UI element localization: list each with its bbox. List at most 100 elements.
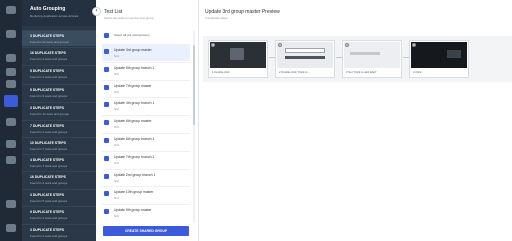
- test-list-item[interactable]: Update 4th group branch 1 N/A: [102, 97, 190, 114]
- test-list-scrollbar-thumb[interactable]: [193, 45, 195, 125]
- duplicate-group-title: 9 DUPLICATE STEPS: [30, 210, 65, 214]
- test-list-item[interactable]: Update 2nd group branch 1 N/A: [102, 169, 190, 186]
- step-card[interactable]: 3 3 Set "Click to add label": [342, 40, 402, 78]
- icon-rail: [0, 0, 22, 241]
- duplicate-group-subtitle: Found in 4 tests and groups: [30, 234, 68, 238]
- duplicate-group-subtitle: Found in 4 tests and groups: [30, 130, 68, 134]
- duplicate-group-title: 3 DUPLICATE STEPS: [30, 106, 65, 110]
- step-screenshot: [277, 42, 333, 68]
- test-list-item[interactable]: Update 7th group master N/A: [102, 80, 190, 97]
- test-list-item[interactable]: Update 5th group branch 1 N/A: [102, 62, 190, 79]
- auto-grouping-header: Auto Grouping Reducing duplication acros…: [22, 0, 96, 26]
- duplicate-group-subtitle: Found in 7 tests and groups: [30, 147, 68, 151]
- user-icon[interactable]: [6, 224, 16, 232]
- step-screenshot: [344, 42, 400, 68]
- duplicate-group-title: 5 DUPLICATE STEPS: [30, 69, 65, 73]
- duplicate-group-title: 10 DUPLICATE STEPS: [30, 141, 66, 145]
- duplicate-group-item[interactable]: 9 DUPLICATE STEPS Found in 4 tests and g…: [22, 206, 96, 222]
- test-list-item[interactable]: Update 9th group master N/A: [102, 204, 190, 221]
- duplicate-group-item[interactable]: 3 DUPLICATE STEPS Found in 21 tests and …: [22, 30, 96, 46]
- duplicate-group-item[interactable]: 5 DUPLICATE STEPS Found in 4 tests and g…: [22, 65, 96, 81]
- menu-icon[interactable]: [6, 6, 16, 14]
- duplicate-group-title: 5 DUPLICATE STEPS: [30, 88, 65, 92]
- test-version: N/A: [114, 54, 120, 58]
- auto-grouping-panel: Auto Grouping Reducing duplication acros…: [22, 0, 96, 241]
- duplicate-group-item[interactable]: 3 DUPLICATE STEPS Found in 4 tests and g…: [22, 224, 96, 240]
- step-screenshot: [210, 42, 266, 68]
- step-number: 1: [211, 43, 215, 47]
- duplicate-group-item[interactable]: 3 DUPLICATE STEPS Found in 5 tests and g…: [22, 189, 96, 205]
- test-list-item[interactable]: Update 10th group master N/A: [102, 186, 190, 203]
- test-checkbox[interactable]: [104, 191, 109, 196]
- duplicate-group-subtitle: Found in 4 tests and groups: [30, 57, 68, 61]
- duplicate-group-subtitle: Found in 4 tests and groups: [30, 181, 68, 185]
- test-name: Update 7th group master: [114, 84, 152, 88]
- step-card[interactable]: 4 4 Click: [409, 40, 469, 78]
- step-card[interactable]: 1 1 Double-click: [208, 40, 268, 78]
- test-checkbox[interactable]: [104, 174, 109, 179]
- test-checkbox[interactable]: [104, 120, 109, 125]
- reports-icon[interactable]: [6, 156, 16, 164]
- test-list-item[interactable]: Update 7th group branch 1 N/A: [102, 151, 190, 168]
- test-list-panel: Test List Select the tests to use the ne…: [96, 0, 199, 241]
- create-shared-group-button[interactable]: CREATE SHARED GROUP: [103, 226, 189, 236]
- test-list-item[interactable]: Update 6th group master N/A: [102, 115, 190, 132]
- test-name: Update 9th group master: [114, 208, 152, 212]
- duplicate-group-item[interactable]: 7 DUPLICATE STEPS Found in 4 tests and g…: [22, 120, 96, 136]
- duplicate-group-title: 3 DUPLICATE STEPS: [30, 228, 65, 232]
- select-all-checkbox[interactable]: [104, 33, 109, 38]
- test-version: N/A: [114, 90, 120, 94]
- test-list-title: Test List: [104, 9, 123, 15]
- select-all-label: Select all (21 tests/groups): [114, 33, 150, 37]
- duplicate-group-item[interactable]: 3 DUPLICATE STEPS Found in 12 tests and …: [22, 102, 96, 118]
- step-card[interactable]: 2 2 Double-click "Click to ...: [275, 40, 335, 78]
- duplicate-group-item[interactable]: 5 DUPLICATE STEPS Found in 9 tests and g…: [22, 84, 96, 100]
- help-icon[interactable]: [6, 200, 16, 208]
- step-caption: 3 Set "Click to add label": [346, 70, 377, 74]
- test-checkbox[interactable]: [104, 138, 109, 143]
- preview-panel: Update 3rd group master Preview 3 duplic…: [199, 0, 512, 241]
- test-checkbox[interactable]: [104, 156, 109, 161]
- step-number: 4: [412, 43, 416, 47]
- schedule-icon[interactable]: [6, 68, 16, 76]
- duplicate-group-title: 4 DUPLICATE STEPS: [30, 158, 65, 162]
- preview-subtitle: 3 duplicate steps: [205, 16, 228, 20]
- test-checkbox[interactable]: [104, 85, 109, 90]
- duplicates-icon[interactable]: [4, 95, 18, 107]
- duplicate-group-item[interactable]: 10 DUPLICATE STEPS Found in 7 tests and …: [22, 137, 96, 153]
- test-checkbox[interactable]: [104, 102, 109, 107]
- test-name: Update 7th group branch 1: [114, 155, 155, 159]
- preview-title: Update 3rd group master Preview: [205, 9, 280, 15]
- duplicate-group-title: 16 DUPLICATE STEPS: [30, 51, 66, 55]
- duplicate-group-subtitle: Found in 9 tests and groups: [30, 94, 68, 98]
- step-number: 2: [278, 43, 282, 47]
- test-version: N/A: [114, 161, 120, 165]
- settings-icon[interactable]: [6, 80, 16, 88]
- tests-icon[interactable]: [6, 30, 16, 38]
- step-caption: 1 Double-click: [212, 70, 230, 74]
- duplicate-group-title: 7 DUPLICATE STEPS: [30, 124, 65, 128]
- step-screenshot: [411, 42, 467, 68]
- test-checkbox[interactable]: [104, 209, 109, 214]
- test-name: Update 4th group branch 1: [114, 101, 155, 105]
- test-list-subtitle: Select the tests to use the new group: [104, 16, 154, 20]
- cloud-icon[interactable]: [6, 140, 16, 148]
- suites-icon[interactable]: [6, 54, 16, 62]
- duplicate-group-subtitle: Found in 21 tests and groups: [30, 40, 69, 44]
- duplicate-group-item[interactable]: 4 DUPLICATE STEPS Found in 7 tests and g…: [22, 154, 96, 170]
- duplicate-group-subtitle: Found in 12 tests and groups: [30, 112, 69, 116]
- test-version: N/A: [114, 107, 120, 111]
- collapse-panel-button[interactable]: ‹: [92, 7, 101, 16]
- test-version: N/A: [114, 125, 120, 129]
- select-all-row[interactable]: Select all (21 tests/groups): [102, 31, 192, 41]
- test-list-item[interactable]: Update 6th group branch 1 N/A: [102, 133, 190, 150]
- test-checkbox[interactable]: [104, 49, 109, 54]
- duplicate-group-title: 3 DUPLICATE STEPS: [30, 34, 65, 38]
- test-checkbox[interactable]: [104, 67, 109, 72]
- duplicate-group-item[interactable]: 16 DUPLICATE STEPS Found in 4 tests and …: [22, 171, 96, 187]
- test-name: Update 2nd group branch 1: [114, 173, 156, 177]
- integrations-icon[interactable]: [6, 118, 16, 126]
- auto-grouping-subtitle: Reducing duplication across all tests: [30, 14, 79, 18]
- test-list-item[interactable]: Update 3rd group master N/A: [102, 44, 190, 61]
- duplicate-group-item[interactable]: 16 DUPLICATE STEPS Found in 4 tests and …: [22, 47, 96, 63]
